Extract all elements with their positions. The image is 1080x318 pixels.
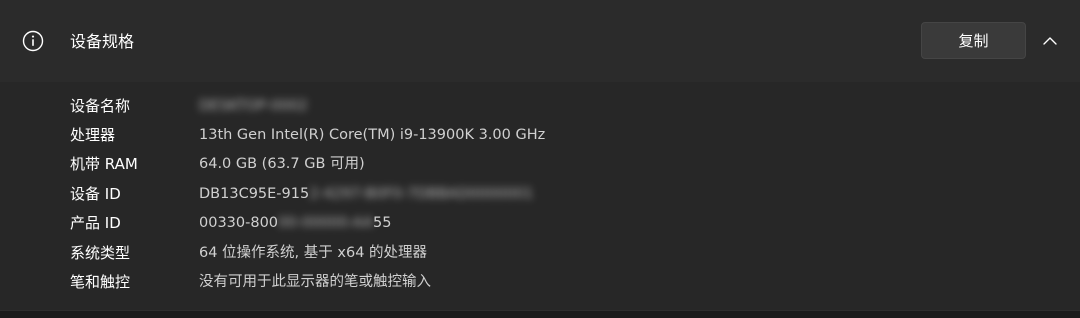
spec-value[interactable]: 64 位操作系统, 基于 x64 的处理器 bbox=[199, 243, 427, 263]
chevron-up-icon[interactable] bbox=[1040, 32, 1060, 50]
spec-value[interactable]: DESKTOP-0002 bbox=[199, 96, 308, 116]
spec-label: 机带 RAM bbox=[70, 155, 138, 173]
spec-label: 产品 ID bbox=[70, 214, 121, 232]
spec-label: 笔和触控 bbox=[70, 273, 131, 291]
copy-button-label: 复制 bbox=[958, 32, 989, 50]
spec-label: 处理器 bbox=[70, 126, 116, 144]
section-title: 设备规格 bbox=[70, 32, 135, 51]
spec-value[interactable]: 00330-80000-00000-AA55 bbox=[199, 213, 391, 233]
redacted-value: 2-4297-B0F0-7DBBAD0000001 bbox=[309, 186, 534, 202]
info-icon bbox=[22, 30, 44, 52]
redacted-value: 00-00000-AA bbox=[278, 215, 374, 231]
spec-label: 设备名称 bbox=[70, 97, 131, 115]
device-specs-panel: 设备规格 复制 设备名称 DESKTOP-0002 处理器 13th Gen I… bbox=[0, 0, 1080, 318]
spec-value[interactable]: 没有可用于此显示器的笔或触控输入 bbox=[199, 272, 431, 292]
spec-label: 设备 ID bbox=[70, 185, 121, 203]
spec-value[interactable]: 64.0 GB (63.7 GB 可用) bbox=[199, 154, 365, 174]
copy-button[interactable]: 复制 bbox=[921, 22, 1026, 59]
spec-row-pen-touch: 笔和触控 没有可用于此显示器的笔或触控输入 bbox=[0, 268, 1080, 297]
spec-row-system-type: 系统类型 64 位操作系统, 基于 x64 的处理器 bbox=[0, 239, 1080, 268]
spec-row-product-id: 产品 ID 00330-80000-00000-AA55 bbox=[0, 209, 1080, 238]
redacted-value: DESKTOP-0002 bbox=[199, 98, 308, 114]
spec-label: 系统类型 bbox=[70, 244, 131, 262]
spec-row-ram: 机带 RAM 64.0 GB (63.7 GB 可用) bbox=[0, 150, 1080, 179]
spec-value[interactable]: 13th Gen Intel(R) Core(TM) i9-13900K 3.0… bbox=[199, 125, 545, 145]
spec-row-processor: 处理器 13th Gen Intel(R) Core(TM) i9-13900K… bbox=[0, 121, 1080, 150]
spec-row-device-name: 设备名称 DESKTOP-0002 bbox=[0, 92, 1080, 121]
spec-row-device-id: 设备 ID DB13C95E-9152-4297-B0F0-7DBBAD0000… bbox=[0, 180, 1080, 209]
specs-list: 设备名称 DESKTOP-0002 处理器 13th Gen Intel(R) … bbox=[0, 82, 1080, 310]
device-specs-header[interactable]: 设备规格 复制 bbox=[0, 0, 1080, 83]
spec-value[interactable]: DB13C95E-9152-4297-B0F0-7DBBAD0000001 bbox=[199, 184, 533, 204]
